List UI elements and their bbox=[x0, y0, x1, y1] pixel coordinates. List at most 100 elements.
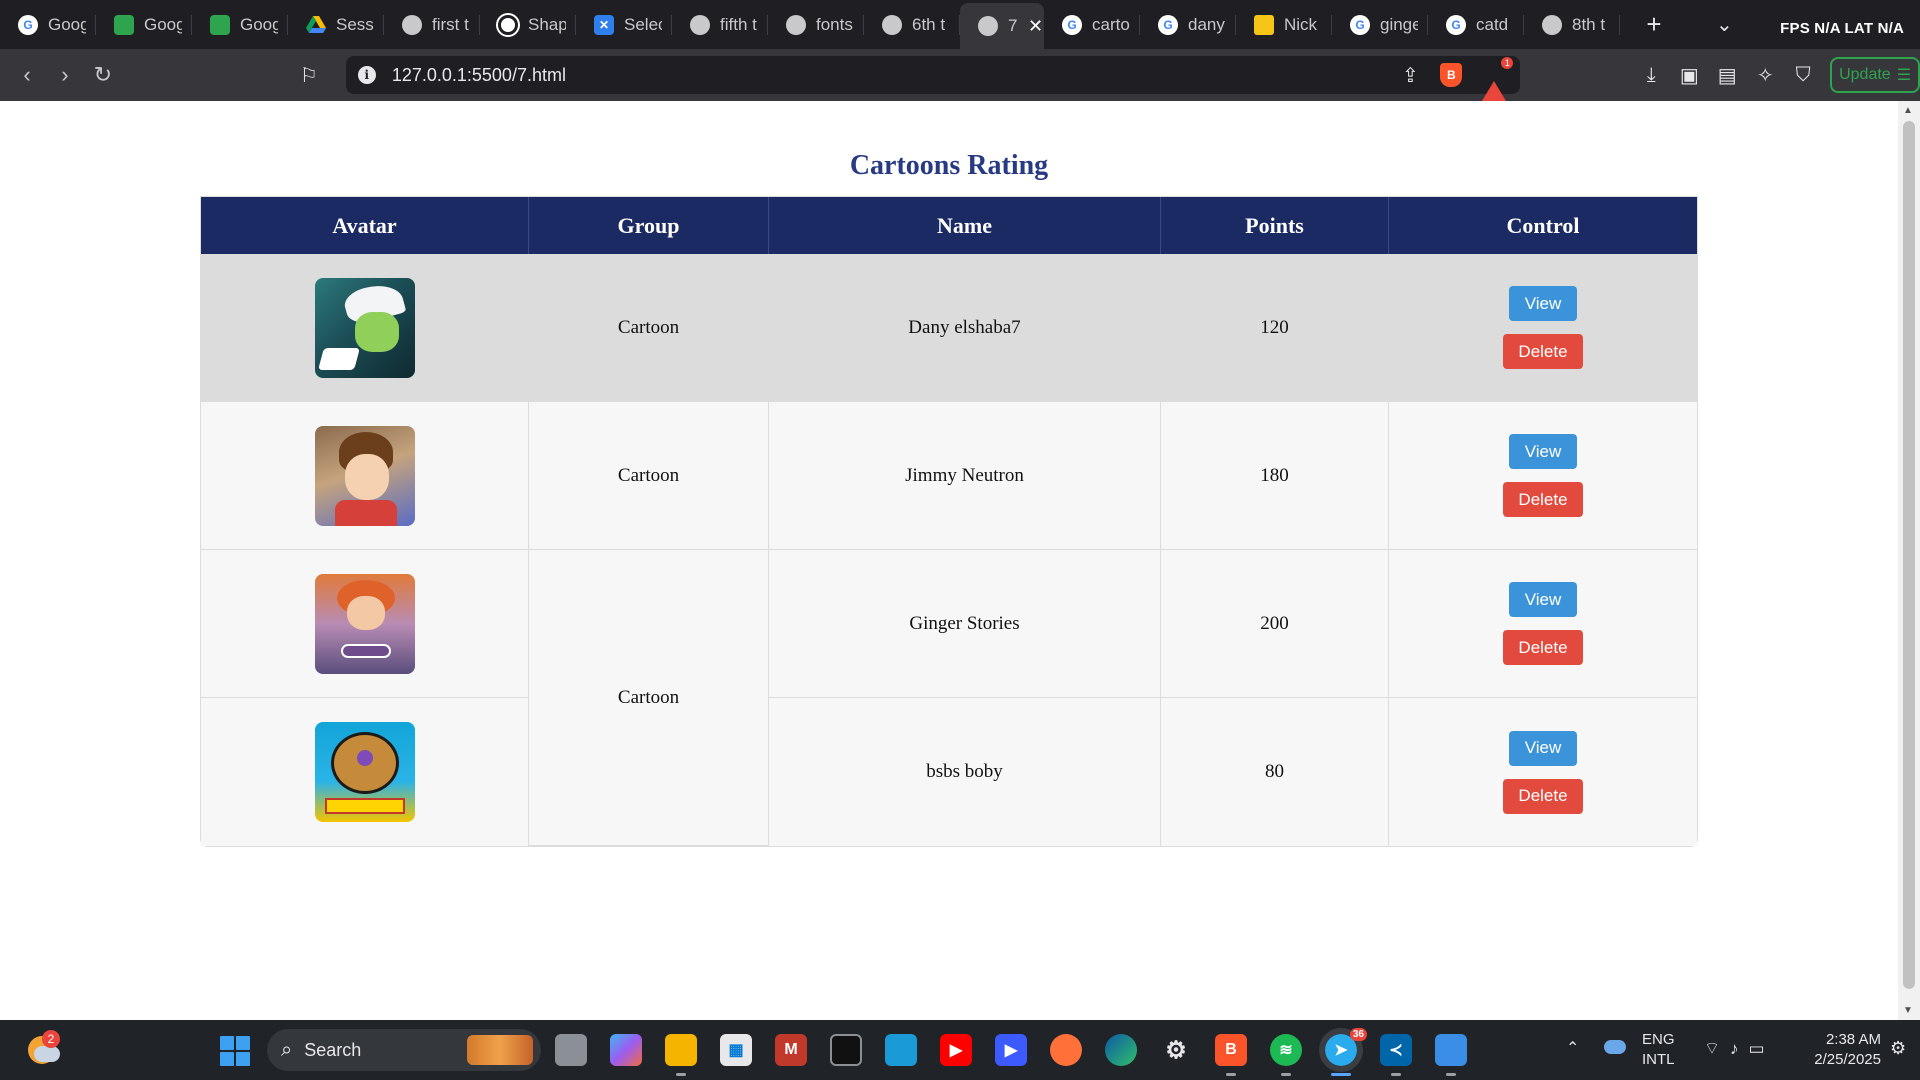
tab-first[interactable]: first t bbox=[384, 0, 480, 49]
globe-icon bbox=[882, 14, 902, 35]
menu-icon: ☰ bbox=[1896, 67, 1912, 84]
tab-ginge[interactable]: Gginge bbox=[1332, 0, 1428, 49]
tab-6th[interactable]: 6th t bbox=[864, 0, 960, 49]
back-icon[interactable]: ‹ bbox=[8, 62, 46, 88]
delete-button[interactable]: Delete bbox=[1503, 630, 1583, 665]
view-button[interactable]: View bbox=[1509, 434, 1577, 469]
scrollbar-thumb[interactable] bbox=[1903, 121, 1915, 989]
info-icon[interactable]: i bbox=[357, 66, 376, 84]
tab-selec[interactable]: ✕Selec bbox=[576, 0, 672, 49]
rewards-badge: 1 bbox=[1500, 56, 1515, 70]
task-view-icon[interactable] bbox=[555, 1034, 587, 1066]
photos-app-icon[interactable] bbox=[1435, 1034, 1467, 1076]
onedrive-icon[interactable] bbox=[1604, 1040, 1626, 1054]
brave-browser-icon[interactable]: B bbox=[1215, 1034, 1247, 1076]
new-tab-icon[interactable]: + bbox=[1634, 9, 1674, 40]
youtube-icon[interactable]: ▶ bbox=[940, 1034, 972, 1066]
weather-widget-icon[interactable]: 2 bbox=[26, 1030, 60, 1066]
overlay-stats: FPS N/A LAT N/A bbox=[1780, 20, 1904, 37]
avatar-cell bbox=[201, 550, 529, 698]
wallet-icon[interactable]: ▤ bbox=[1708, 63, 1746, 88]
sidebar-icon[interactable]: ▣ bbox=[1670, 63, 1708, 88]
update-button[interactable]: Update ☰ bbox=[1830, 57, 1920, 93]
share-icon[interactable]: ⇪ bbox=[1390, 63, 1430, 88]
google-drive-icon bbox=[306, 15, 326, 35]
media-player-icon[interactable]: ▶ bbox=[995, 1034, 1027, 1066]
scroll-down-icon[interactable]: ▼ bbox=[1903, 1005, 1913, 1016]
group-cell: Cartoon bbox=[529, 550, 769, 846]
clock[interactable]: 2:38 AM 2/25/2025 bbox=[1795, 1030, 1881, 1070]
column-header-name: Name bbox=[769, 197, 1161, 254]
rating-table: Avatar Group Name Points Control Cartoon… bbox=[200, 196, 1698, 847]
remote-desktop-icon[interactable] bbox=[885, 1034, 917, 1066]
tab-sessi[interactable]: Sessi bbox=[288, 0, 384, 49]
globe-icon bbox=[786, 14, 806, 35]
scroll-up-icon[interactable]: ▲ bbox=[1903, 105, 1913, 116]
windows-taskbar: 2 ⌕ Search ▦ M ▶ ▶ ⚙ B ≋ ➤ 36 ≺ ⌃ ENG INTL … bbox=[0, 1020, 1920, 1080]
wifi-volume-battery-icons[interactable]: ⌔♪▭ bbox=[1704, 1038, 1775, 1059]
column-header-avatar: Avatar bbox=[201, 197, 529, 254]
column-header-control: Control bbox=[1389, 197, 1697, 254]
leo-ai-icon[interactable]: ✧ bbox=[1746, 63, 1784, 88]
tab-goog-3[interactable]: Goog bbox=[192, 0, 288, 49]
tab-carto[interactable]: Gcarto bbox=[1044, 0, 1140, 49]
windows-start-icon[interactable] bbox=[220, 1036, 250, 1066]
brave-shields-icon[interactable]: B bbox=[1440, 63, 1463, 87]
reload-icon[interactable]: ↻ bbox=[84, 62, 122, 88]
file-explorer-icon[interactable] bbox=[665, 1034, 697, 1076]
tab-nick[interactable]: Nick bbox=[1236, 0, 1332, 49]
notification-bell-icon[interactable]: ⚙ bbox=[1890, 1038, 1906, 1059]
avatar bbox=[314, 573, 415, 674]
page-scrollbar[interactable]: ▲ ▼ bbox=[1898, 101, 1920, 1020]
copilot-icon[interactable] bbox=[610, 1034, 642, 1066]
delete-button[interactable]: Delete bbox=[1503, 482, 1583, 517]
settings-gear-icon[interactable]: ⚙ bbox=[1160, 1034, 1192, 1066]
globe-icon bbox=[402, 14, 422, 35]
tab-fonts[interactable]: fonts bbox=[768, 0, 864, 49]
avatar-cell bbox=[201, 698, 529, 846]
view-button[interactable]: View bbox=[1509, 582, 1577, 617]
url-text[interactable]: 127.0.0.1:5500/7.html bbox=[392, 65, 1391, 86]
vscode-icon[interactable]: ≺ bbox=[1380, 1034, 1412, 1076]
firefox-icon[interactable] bbox=[1050, 1034, 1082, 1066]
globe-icon bbox=[978, 16, 998, 36]
points-cell: 120 bbox=[1161, 254, 1389, 402]
telegram-icon[interactable]: ➤ 36 bbox=[1319, 1028, 1367, 1076]
spotify-icon[interactable]: ≋ bbox=[1270, 1034, 1302, 1076]
chevron-down-icon[interactable]: ⌄ bbox=[1716, 12, 1733, 37]
google-icon: G bbox=[1062, 14, 1082, 35]
delete-button[interactable]: Delete bbox=[1503, 334, 1583, 369]
download-icon[interactable]: ⤓ bbox=[1632, 64, 1670, 87]
browser-toolbar: ‹ › ↻ ⚐ i 127.0.0.1:5500/7.html ⇪ B 1 ⤓ … bbox=[0, 49, 1920, 101]
delete-button[interactable]: Delete bbox=[1503, 778, 1583, 814]
chevron-up-icon[interactable]: ⌃ bbox=[1566, 1038, 1579, 1058]
avatar-cell bbox=[201, 254, 529, 402]
tab-fifth[interactable]: fifth t bbox=[672, 0, 768, 49]
tab-catd[interactable]: Gcatd bbox=[1428, 0, 1524, 49]
mcafee-icon[interactable]: M bbox=[775, 1034, 807, 1066]
tab-shap[interactable]: Shap bbox=[480, 0, 576, 49]
table-row: Cartoon Ginger Stories 200 View Delete bbox=[201, 550, 1697, 846]
edge-icon[interactable] bbox=[1105, 1034, 1137, 1066]
tab-7-active[interactable]: 7 ✕ bbox=[960, 3, 1044, 49]
bookmark-icon[interactable]: ⚐ bbox=[294, 63, 324, 88]
view-button[interactable]: View bbox=[1509, 286, 1577, 321]
brave-rewards-icon[interactable]: 1 bbox=[1482, 56, 1515, 101]
search-highlight-image bbox=[467, 1035, 533, 1065]
tab-goog-2[interactable]: Goog bbox=[96, 0, 192, 49]
tab-dany[interactable]: Gdany bbox=[1140, 0, 1236, 49]
language-indicator[interactable]: ENG INTL bbox=[1642, 1030, 1675, 1070]
group-cell: Cartoon bbox=[529, 402, 769, 550]
taskbar-search[interactable]: ⌕ Search bbox=[267, 1029, 541, 1071]
terminal-icon[interactable] bbox=[830, 1034, 862, 1066]
view-button[interactable]: View bbox=[1509, 730, 1577, 766]
forward-icon[interactable]: › bbox=[46, 62, 84, 88]
address-bar[interactable]: i 127.0.0.1:5500/7.html ⇪ B 1 bbox=[345, 56, 1521, 101]
tab-goog-1[interactable]: G Goog bbox=[0, 0, 96, 49]
search-icon: ⌕ bbox=[281, 1038, 293, 1061]
avatar bbox=[314, 425, 415, 526]
tab-8th[interactable]: 8th t bbox=[1524, 0, 1620, 49]
close-tab-icon[interactable]: ✕ bbox=[1028, 16, 1043, 37]
microsoft-store-icon[interactable]: ▦ bbox=[720, 1034, 752, 1066]
vpn-icon[interactable]: ⛉ bbox=[1784, 64, 1822, 87]
